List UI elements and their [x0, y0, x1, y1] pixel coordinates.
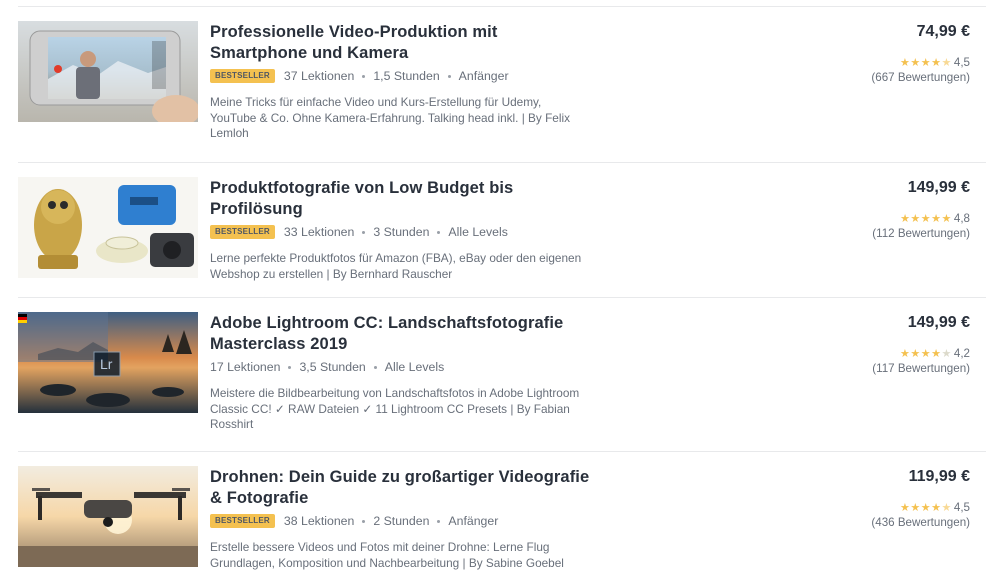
- empty-star-icon: ★: [941, 348, 952, 360]
- separator-dot: [437, 519, 441, 523]
- course-level: Alle Levels: [448, 225, 508, 239]
- course-rating: ★★★★★ 4,8: [830, 212, 970, 225]
- separator-dot: [288, 365, 292, 369]
- course-info: Professionelle Video-Produktion mit Smar…: [210, 22, 590, 142]
- course-duration: 1,5 Stunden: [373, 69, 440, 83]
- star-rating-icon: ★★★★★: [900, 212, 952, 225]
- lecture-count: 33 Lektionen: [283, 225, 355, 239]
- full-stars: ★★★★★: [900, 213, 952, 225]
- course-level: Anfänger: [448, 514, 499, 528]
- star-rating-icon: ★★★★★: [900, 56, 952, 69]
- course-thumbnail[interactable]: Lr: [18, 312, 198, 413]
- bestseller-badge: BESTSELLER: [210, 225, 275, 239]
- course-title[interactable]: Adobe Lightroom CC: Landschaftsfotografi…: [210, 313, 590, 355]
- rating-value: 4,8: [953, 212, 970, 225]
- course-pricing: 149,99 € ★★★★★ 4,8 (112 Bewertungen): [830, 179, 970, 240]
- review-count: (112 Bewertungen): [872, 227, 970, 240]
- lecture-count: 37 Lektionen: [283, 69, 355, 83]
- review-count: (667 Bewertungen): [871, 71, 970, 84]
- course-thumbnail[interactable]: [18, 466, 198, 567]
- course-card[interactable]: Professionelle Video-Produktion mit Smar…: [18, 7, 986, 163]
- course-rating: ★★★★★ 4,5: [830, 56, 970, 69]
- lecture-count: 17 Lektionen: [210, 360, 281, 374]
- course-card[interactable]: Produktfotografie von Low Budget bis Pro…: [18, 163, 986, 298]
- course-pricing: 74,99 € ★★★★★ 4,5 (667 Bewertungen): [830, 23, 970, 84]
- course-meta: 17 Lektionen 3,5 Stunden Alle Levels: [210, 359, 590, 375]
- half-star-icon: ★: [941, 57, 952, 69]
- separator-dot: [447, 74, 451, 78]
- review-count: (436 Bewertungen): [871, 516, 970, 529]
- separator-dot: [362, 230, 366, 234]
- full-stars: ★★★★: [900, 57, 942, 69]
- course-description: Meine Tricks für einfache Video und Kurs…: [210, 95, 571, 140]
- course-duration: 3,5 Stunden: [299, 360, 366, 374]
- lightroom-logo: Lr: [100, 356, 113, 372]
- course-info: Drohnen: Dein Guide zu großartiger Video…: [210, 467, 590, 571]
- course-pricing: 149,99 € ★★★★★ 4,2 (117 Bewertungen): [830, 314, 970, 375]
- course-rating: ★★★★★ 4,2: [830, 347, 970, 360]
- course-description: Erstelle bessere Videos und Fotos mit de…: [210, 540, 564, 570]
- course-price: 119,99 €: [908, 468, 970, 485]
- course-title[interactable]: Produktfotografie von Low Budget bis Pro…: [210, 178, 590, 220]
- course-title[interactable]: Drohnen: Dein Guide zu großartiger Video…: [210, 467, 590, 509]
- course-duration: 3 Stunden: [373, 225, 430, 239]
- course-meta: BESTSELLER 38 Lektionen 2 Stunden Anfäng…: [210, 513, 590, 529]
- course-thumbnail[interactable]: [18, 21, 198, 122]
- course-info: Produktfotografie von Low Budget bis Pro…: [210, 178, 590, 282]
- course-meta: BESTSELLER 37 Lektionen 1,5 Stunden Anfä…: [210, 68, 590, 84]
- course-thumbnail[interactable]: [18, 177, 198, 278]
- course-title[interactable]: Professionelle Video-Produktion mit Smar…: [210, 22, 590, 64]
- rating-value: 4,5: [953, 56, 970, 69]
- rating-value: 4,2: [953, 347, 970, 360]
- course-description: Lerne perfekte Produktfotos für Amazon (…: [210, 251, 582, 281]
- full-stars: ★★★★: [900, 502, 942, 514]
- course-card[interactable]: Drohnen: Dein Guide zu großartiger Video…: [18, 452, 986, 573]
- review-count: (117 Bewertungen): [872, 362, 970, 375]
- rating-value: 4,5: [953, 501, 970, 514]
- separator-dot: [373, 365, 377, 369]
- bestseller-badge: BESTSELLER: [210, 69, 275, 83]
- full-stars: ★★★★: [900, 348, 942, 360]
- half-star-icon: ★: [941, 502, 952, 514]
- lecture-count: 38 Lektionen: [283, 514, 355, 528]
- course-meta: BESTSELLER 33 Lektionen 3 Stunden Alle L…: [210, 224, 590, 240]
- separator-dot: [362, 519, 366, 523]
- star-rating-icon: ★★★★★: [900, 347, 952, 360]
- course-info: Adobe Lightroom CC: Landschaftsfotografi…: [210, 313, 590, 433]
- course-pricing: 119,99 € ★★★★★ 4,5 (436 Bewertungen): [830, 468, 970, 529]
- course-price: 74,99 €: [916, 23, 970, 40]
- course-rating: ★★★★★ 4,5: [830, 501, 970, 514]
- course-level: Alle Levels: [384, 360, 445, 374]
- course-duration: 2 Stunden: [373, 514, 430, 528]
- course-description: Meistere die Bildbearbeitung von Landsch…: [210, 386, 580, 431]
- course-card[interactable]: Lr Adobe Lightroom CC: Landschaftsfotogr…: [18, 298, 986, 452]
- course-price: 149,99 €: [907, 179, 970, 196]
- separator-dot: [362, 74, 366, 78]
- separator-dot: [437, 230, 441, 234]
- star-rating-icon: ★★★★★: [900, 501, 952, 514]
- course-price: 149,99 €: [907, 314, 970, 331]
- bestseller-badge: BESTSELLER: [210, 514, 275, 528]
- course-level: Anfänger: [458, 69, 509, 83]
